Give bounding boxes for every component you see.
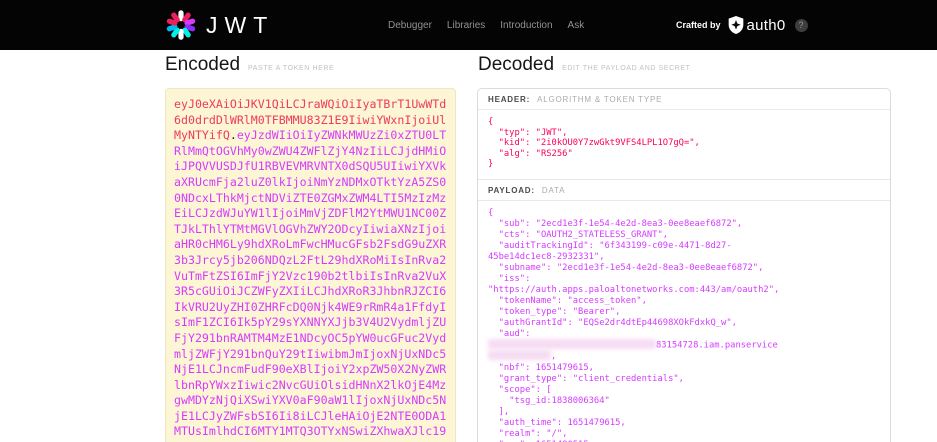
json-line: "grant_type": "client_credentials", — [488, 374, 880, 385]
redacted-blur — [488, 339, 656, 349]
redacted-blur — [488, 350, 551, 360]
topbar: JWT Debugger Libraries Introduction Ask … — [0, 0, 937, 50]
token-payload-segment: eyJzdWIiOiIyZWNkMWUzZi0xZTU0LTRlMmQtOGVh… — [174, 128, 446, 438]
json-line: "authGrantId": "EQSe2dr4dtEp44698XOkFdxk… — [488, 318, 880, 329]
payload-section-bar: PAYLOAD: DATA — [478, 179, 890, 201]
topbar-nav: Debugger Libraries Introduction Ask — [388, 0, 584, 50]
json-line: } — [488, 159, 880, 170]
encoded-heading: Encoded PASTE A TOKEN HERE — [165, 54, 334, 76]
json-line: 45be14dc1ec8-2932331", — [488, 252, 880, 263]
decoded-title: Decoded — [478, 54, 554, 76]
auth0-wordmark[interactable]: auth0 — [747, 17, 786, 34]
auth0-shield-icon[interactable] — [728, 16, 744, 34]
json-line: "tokenName": "access_token", — [488, 296, 880, 307]
payload-section-label: PAYLOAD: — [488, 186, 535, 195]
json-line: ], — [488, 407, 880, 418]
header-json[interactable]: { "typ": "JWT", "kid": "2i0kOU0Y7zwGkt9V… — [478, 110, 890, 179]
encoded-token-editor[interactable]: eyJ0eXAiOiJKV1QiLCJraWQiOiIyaTBrT1UwWTd6… — [165, 88, 456, 442]
json-line: "tsg_id:1838006364" — [488, 396, 880, 407]
json-line: { — [488, 117, 880, 128]
encoded-title: Encoded — [165, 54, 240, 76]
nav-item-introduction[interactable]: Introduction — [500, 20, 552, 31]
json-line: { — [488, 208, 880, 219]
help-icon[interactable]: ? — [795, 19, 808, 32]
crafted-by-label: Crafted by — [676, 20, 721, 30]
jwt-token-text: eyJ0eXAiOiJKV1QiLCJraWQiOiIyaTBrT1UwWTd6… — [174, 97, 447, 440]
encoded-subtitle: PASTE A TOKEN HERE — [248, 65, 334, 72]
json-line: "nbf": 1651479615, — [488, 363, 880, 374]
json-line: "iss": — [488, 274, 880, 285]
json-line: "token_type": "Bearer", — [488, 307, 880, 318]
decoded-subtitle: EDIT THE PAYLOAD AND SECRET — [562, 65, 691, 72]
json-line: "cts": "OAUTH2_STATELESS_GRANT", — [488, 230, 880, 241]
json-line: "typ": "JWT", — [488, 128, 880, 139]
nav-item-debugger[interactable]: Debugger — [388, 20, 432, 31]
json-line: "subname": "2ecd1e3f-1e54-4e2d-8ea3-0ee8… — [488, 263, 880, 274]
json-line: "alg": "RS256" — [488, 149, 880, 160]
json-line: , — [488, 351, 880, 363]
decoded-heading: Decoded EDIT THE PAYLOAD AND SECRET — [478, 54, 691, 76]
json-line: "realm": "/", — [488, 429, 880, 440]
decoded-panel: HEADER: ALGORITHM & TOKEN TYPE { "typ": … — [477, 88, 891, 442]
token-separator-dot: . — [230, 128, 237, 142]
crafted-by-block: Crafted by auth0 ? — [676, 0, 808, 50]
json-line: "sub": "2ecd1e3f-1e54-4e2d-8ea3-0ee8eaef… — [488, 219, 880, 230]
jwt-pinwheel-icon — [165, 9, 197, 41]
json-line: "aud": — [488, 329, 880, 340]
payload-section-sublabel: DATA — [542, 186, 565, 195]
json-line: "auth_time": 1651479615, — [488, 418, 880, 429]
json-line: "https://auth.apps.paloaltonetworks.com:… — [488, 285, 880, 296]
header-section-bar: HEADER: ALGORITHM & TOKEN TYPE — [478, 89, 890, 110]
json-line: "auditTrackingId": "6f343199-c09e-4471-8… — [488, 241, 880, 252]
payload-json[interactable]: { "sub": "2ecd1e3f-1e54-4e2d-8ea3-0ee8ea… — [478, 201, 890, 442]
header-section-label: HEADER: — [488, 95, 530, 104]
jwt-logo[interactable]: JWT — [165, 0, 274, 50]
json-line: "kid": "2i0kOU0Y7zwGkt9VFS4LPL1O7gQ=", — [488, 138, 880, 149]
json-line: "scope": [ — [488, 385, 880, 396]
header-section-sublabel: ALGORITHM & TOKEN TYPE — [537, 95, 662, 104]
nav-item-ask[interactable]: Ask — [568, 20, 585, 31]
jwt-wordmark: JWT — [206, 12, 274, 39]
nav-item-libraries[interactable]: Libraries — [447, 20, 485, 31]
